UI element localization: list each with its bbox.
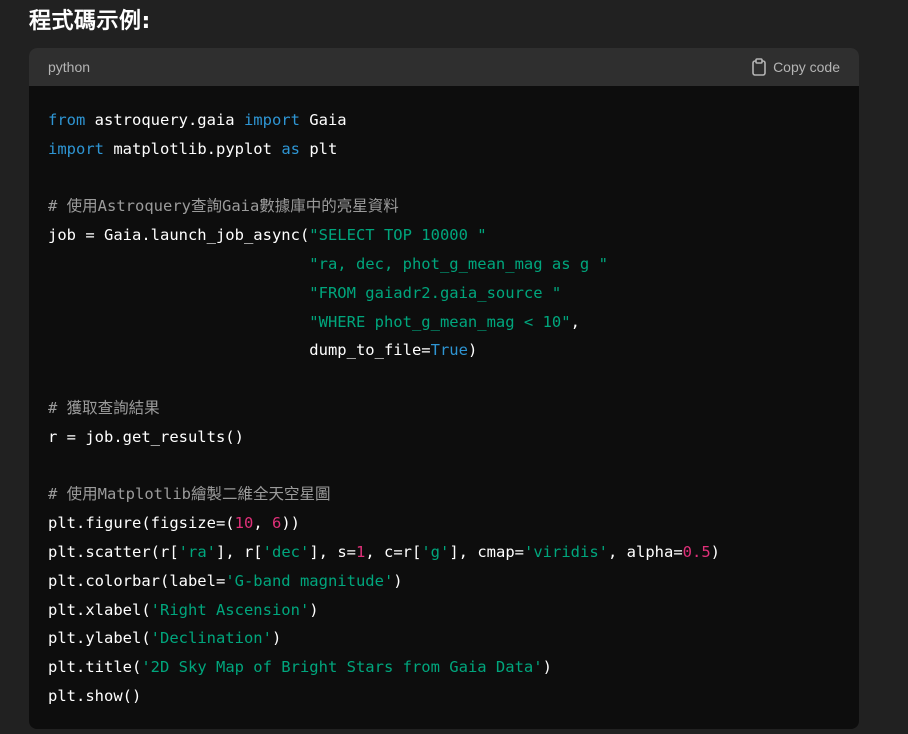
code-language-label: python bbox=[48, 59, 91, 75]
code-text: plt.title( bbox=[48, 658, 142, 677]
code-text: job = Gaia.launch_job_async( bbox=[48, 226, 310, 245]
code-string: 'ra' bbox=[178, 542, 216, 561]
code-text: , alpha= bbox=[608, 542, 683, 561]
code-comment: # 使用Astroquery查詢Gaia數據庫中的亮星資料 bbox=[48, 197, 399, 216]
code-text: , c=r[ bbox=[365, 542, 422, 561]
code-text: , bbox=[253, 514, 272, 533]
code-text: r = job.get_results() bbox=[48, 427, 244, 446]
code-block-header: python Copy code bbox=[29, 48, 859, 86]
code-line: r = job.get_results() bbox=[48, 423, 840, 452]
code-line: "WHERE phot_g_mean_mag < 10", bbox=[48, 308, 840, 337]
clipboard-icon bbox=[751, 58, 767, 76]
code-text: Gaia bbox=[299, 111, 347, 129]
code-text: plt bbox=[299, 139, 338, 158]
code-line: plt.xlabel('Right Ascension') bbox=[48, 596, 840, 625]
code-content[interactable]: from astroquery.gaia import Gaia import m… bbox=[29, 86, 859, 711]
code-keyword: import bbox=[48, 139, 104, 158]
code-line: # 獲取查詢結果 bbox=[48, 394, 840, 423]
code-text: plt.show() bbox=[48, 686, 142, 705]
section-heading: 程式碼示例: bbox=[29, 9, 151, 34]
code-text: ], s= bbox=[309, 542, 356, 561]
code-text: ], cmap= bbox=[449, 542, 524, 561]
code-keyword: True bbox=[430, 341, 468, 360]
code-text: ) bbox=[542, 658, 552, 677]
code-comment: # 使用Matplotlib繪製二維全天空星圖 bbox=[48, 485, 331, 504]
code-number: 6 bbox=[271, 514, 282, 533]
code-line: plt.show() bbox=[48, 682, 840, 711]
code-text: )) bbox=[281, 514, 300, 533]
code-string: "SELECT TOP 10000 " bbox=[309, 226, 487, 245]
code-block: python Copy code from astroquery.gaia im… bbox=[29, 48, 859, 729]
code-string: "FROM gaiadr2.gaia_source " bbox=[309, 283, 562, 302]
code-string: 'viridis' bbox=[524, 542, 608, 561]
code-comment: # 獲取查詢結果 bbox=[48, 398, 160, 417]
code-line: plt.figure(figsize=(10, 6)) bbox=[48, 509, 840, 538]
code-string: 'Declination' bbox=[150, 629, 272, 648]
code-line: "FROM gaiadr2.gaia_source " bbox=[48, 279, 840, 308]
code-text: astroquery.gaia bbox=[85, 111, 244, 129]
code-string: "WHERE phot_g_mean_mag < 10" bbox=[309, 312, 571, 331]
code-number: 10 bbox=[234, 514, 254, 533]
code-line: plt.colorbar(label='G-band magnitude') bbox=[48, 567, 840, 596]
code-keyword: as bbox=[281, 139, 300, 158]
code-text: plt.scatter(r[ bbox=[48, 542, 179, 561]
code-text: plt.figure(figsize=( bbox=[48, 514, 235, 533]
code-line: plt.scatter(r['ra'], r['dec'], s=1, c=r[… bbox=[48, 538, 840, 567]
code-line: plt.title('2D Sky Map of Bright Stars fr… bbox=[48, 653, 840, 682]
copy-code-label: Copy code bbox=[773, 59, 840, 75]
code-number: 0.5 bbox=[682, 542, 711, 561]
code-string: 'G-band magnitude' bbox=[225, 571, 394, 590]
code-text: ) bbox=[710, 542, 720, 561]
code-line: # 使用Matplotlib繪製二維全天空星圖 bbox=[48, 480, 840, 509]
code-number: 1 bbox=[356, 542, 366, 561]
code-text: matplotlib.pyplot bbox=[104, 139, 282, 158]
code-text: ) bbox=[467, 341, 478, 360]
copy-code-button[interactable]: Copy code bbox=[751, 58, 840, 76]
code-keyword: from bbox=[48, 111, 86, 129]
code-line: import matplotlib.pyplot as plt bbox=[48, 135, 840, 164]
code-text: ) bbox=[393, 571, 403, 590]
code-text: dump_to_file= bbox=[48, 341, 431, 360]
code-string: 'Right Ascension' bbox=[150, 600, 310, 619]
code-string: 'g' bbox=[421, 542, 450, 561]
code-string: '2D Sky Map of Bright Stars from Gaia Da… bbox=[141, 658, 543, 677]
code-line: from astroquery.gaia import Gaia bbox=[48, 106, 840, 135]
code-text: ) bbox=[309, 600, 319, 619]
code-string: "ra, dec, phot_g_mean_mag as g " bbox=[309, 254, 608, 273]
code-text: plt.ylabel( bbox=[48, 629, 151, 648]
code-text: , bbox=[570, 312, 580, 331]
code-text: plt.xlabel( bbox=[48, 600, 151, 619]
code-text: plt.colorbar(label= bbox=[48, 571, 226, 590]
code-line: # 使用Astroquery查詢Gaia數據庫中的亮星資料 bbox=[48, 192, 840, 221]
code-line: dump_to_file=True) bbox=[48, 336, 840, 365]
code-text: ) bbox=[271, 629, 282, 648]
code-string: 'dec' bbox=[262, 542, 310, 561]
code-text: ], r[ bbox=[215, 542, 263, 561]
code-line: "ra, dec, phot_g_mean_mag as g " bbox=[48, 250, 840, 279]
code-line: plt.ylabel('Declination') bbox=[48, 624, 840, 653]
code-line: job = Gaia.launch_job_async("SELECT TOP … bbox=[48, 221, 840, 250]
code-keyword: import bbox=[243, 111, 300, 129]
